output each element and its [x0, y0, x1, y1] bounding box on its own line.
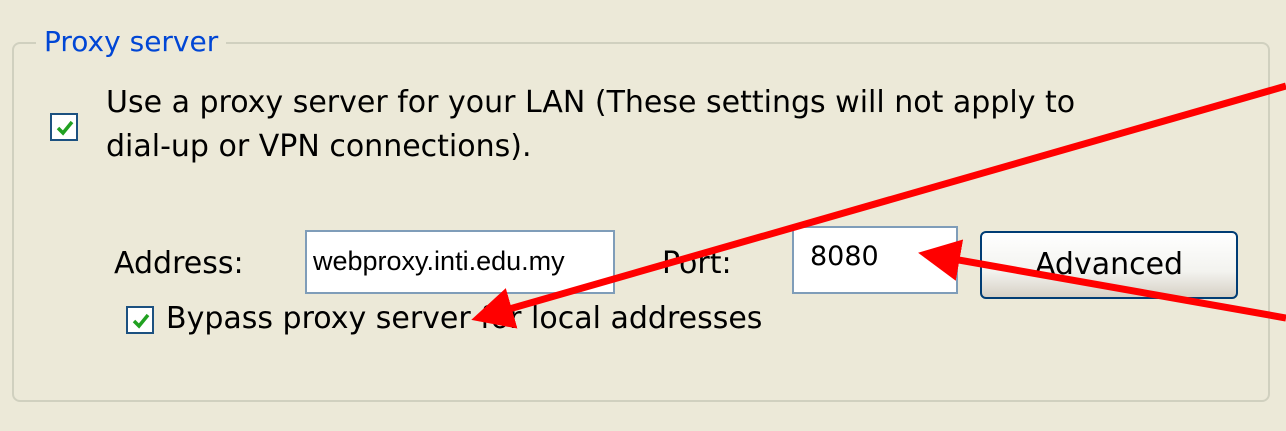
annotation-arrows	[471, 82, 1286, 329]
arrow-to-port-field	[918, 239, 1286, 322]
arrow-to-address-field	[471, 82, 1286, 329]
